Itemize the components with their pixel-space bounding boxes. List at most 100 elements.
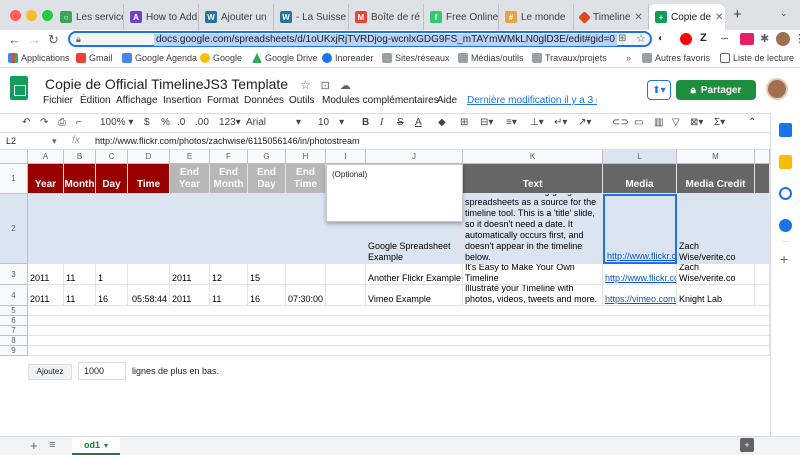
filter-views-icon[interactable]: ⊠▾	[690, 117, 703, 128]
sheet-tab-active[interactable]: od1 ▾	[72, 437, 120, 455]
menu-affichage[interactable]: Affichage	[116, 95, 158, 106]
cell-media[interactable]: http://www.flickr.com/	[603, 264, 677, 285]
tasks-icon[interactable]	[779, 187, 792, 200]
header-cell-text[interactable]: Text	[463, 164, 603, 194]
browser-tab[interactable]: W - La Suisse	[274, 4, 349, 30]
row-header[interactable]: 3	[0, 264, 28, 285]
header-cell-media-credit[interactable]: Media Credit	[677, 164, 755, 194]
insert-link-icon[interactable]: ⊂⊃	[612, 117, 629, 128]
column-header[interactable]: I	[326, 150, 366, 164]
column-header[interactable]: K	[463, 150, 603, 164]
row-header[interactable]: 7	[0, 326, 28, 336]
cell-end-month[interactable]: 11	[210, 285, 248, 306]
new-tab-icon[interactable]: +	[733, 6, 742, 23]
currency-format-button[interactable]: $	[144, 117, 150, 128]
extension-icon[interactable]: Z	[700, 32, 707, 44]
browser-tab[interactable]: M Boîte de ré	[349, 4, 424, 30]
fill-color-icon[interactable]: ◆	[438, 117, 446, 128]
empty-row[interactable]	[28, 316, 770, 326]
share-button[interactable]: 🔒︎ Partager	[676, 80, 756, 100]
browser-tab[interactable]: Timeline ✕	[574, 4, 649, 30]
extension-icon[interactable]: ◐	[658, 33, 664, 44]
text-rotation-icon[interactable]: ↗▾	[578, 117, 591, 128]
chevron-down-icon[interactable]: ▾	[104, 441, 108, 450]
extensions-puzzle-icon[interactable]: ✱	[760, 32, 769, 45]
cell-headline[interactable]: Another Flickr Example	[366, 264, 463, 285]
column-header[interactable]: B	[64, 150, 96, 164]
extension-icon[interactable]	[680, 33, 692, 45]
vertical-align-icon[interactable]: ⊥▾	[530, 117, 544, 128]
decrease-decimal-button[interactable]: .0	[177, 117, 185, 128]
functions-icon[interactable]: Σ▾	[714, 117, 725, 128]
cell-year[interactable]: 2011	[28, 285, 64, 306]
url-text[interactable]: docs.google.com/spreadsheets/d/1oUKxjRjT…	[154, 34, 617, 46]
close-tab-icon[interactable]: ✕	[715, 12, 723, 23]
close-tab-icon[interactable]: ✕	[634, 12, 642, 23]
row-header[interactable]: 2	[0, 194, 28, 264]
merge-cells-icon[interactable]: ⊟▾	[480, 117, 493, 128]
menu-aide[interactable]: Aide	[437, 95, 457, 106]
bookmark-reading-list[interactable]: Liste de lecture	[720, 53, 794, 63]
sheets-logo-icon[interactable]	[10, 76, 28, 100]
avatar[interactable]	[766, 78, 788, 100]
cell-text[interactable]: It's Easy to Make Your Own Timeline	[463, 264, 603, 285]
select-all-corner[interactable]	[0, 150, 28, 164]
bookmark-other[interactable]: Autres favoris	[642, 53, 710, 63]
maximize-window-icon[interactable]	[42, 10, 53, 21]
header-cell-end-year[interactable]: End Year	[170, 164, 210, 194]
column-header[interactable]: C	[96, 150, 128, 164]
print-icon[interactable]: ⎙	[58, 117, 66, 128]
keep-icon[interactable]	[779, 155, 792, 169]
cell-month[interactable]: 11	[64, 285, 96, 306]
cloud-status-icon[interactable]: ☁	[340, 80, 351, 92]
cell[interactable]	[755, 264, 770, 285]
text-wrap-icon[interactable]: ↵▾	[554, 117, 567, 128]
row-header[interactable]: 1	[0, 164, 28, 194]
insert-chart-icon[interactable]: ▥	[654, 117, 663, 128]
document-title[interactable]: Copie de Official TimelineJS3 Template ☆…	[45, 76, 351, 92]
cell-end-time[interactable]: 07:30:00	[286, 285, 326, 306]
header-cell-time[interactable]: Time	[128, 164, 170, 194]
empty-row[interactable]	[28, 336, 770, 346]
profile-avatar[interactable]	[776, 32, 790, 46]
bookmark-star-icon[interactable]: ☆	[636, 32, 646, 45]
cell-media-credit[interactable]: Zach Wise/verite.co	[677, 194, 755, 264]
column-header[interactable]: F	[210, 150, 248, 164]
cell-end-year[interactable]: 2011	[170, 285, 210, 306]
row-header[interactable]: 5	[0, 306, 28, 316]
horizontal-align-icon[interactable]: ≡▾	[506, 117, 517, 128]
undo-icon[interactable]: ↶	[22, 117, 30, 128]
header-cell-end-month[interactable]: End Month	[210, 164, 248, 194]
cell-media[interactable]: https://vimeo.com/1	[603, 285, 677, 306]
header-cell-day[interactable]: Day	[96, 164, 128, 194]
browser-tab[interactable]: W Ajouter un	[199, 4, 274, 30]
menu-insertion[interactable]: Insertion	[163, 95, 201, 106]
header-cell-media[interactable]: Media	[603, 164, 677, 194]
tab-search-icon[interactable]: ⌄	[780, 8, 788, 19]
empty-row[interactable]	[28, 306, 770, 316]
menu-edition[interactable]: Édition	[80, 95, 111, 106]
browser-tab-active[interactable]: + Copie de ✕	[649, 4, 725, 30]
lock-icon[interactable]: 🔒︎	[76, 34, 81, 45]
column-header[interactable]	[755, 150, 770, 164]
borders-icon[interactable]: ⊞	[460, 117, 468, 128]
zoom-select[interactable]: 100% ▾	[100, 117, 133, 128]
column-header[interactable]: D	[128, 150, 170, 164]
menu-format[interactable]: Format	[207, 95, 239, 106]
bookmark-folder[interactable]: Sites/réseaux	[382, 53, 450, 63]
add-on-plus-icon[interactable]: +	[780, 251, 788, 267]
menu-fichier[interactable]: Fichier	[43, 95, 73, 106]
percent-format-button[interactable]: %	[161, 117, 170, 128]
filter-icon[interactable]: ▽	[672, 117, 680, 128]
row-header[interactable]: 4	[0, 285, 28, 306]
bookmark-gmail[interactable]: Gmail	[76, 53, 113, 63]
bookmark-applications[interactable]: Applications	[8, 53, 70, 63]
present-button[interactable]: ⬆︎▾	[647, 80, 671, 100]
reload-icon[interactable]: ↻	[48, 33, 59, 47]
cell-end-day[interactable]: 16	[248, 285, 286, 306]
cell-note-popup[interactable]: (Optional)	[326, 164, 463, 222]
name-box-dropdown-icon[interactable]: ▾	[52, 136, 57, 147]
cell-media-selected[interactable]: http://www.flickr.com/	[603, 194, 677, 264]
add-sheet-icon[interactable]: +	[30, 438, 38, 453]
bookmark-google[interactable]: Google	[200, 53, 242, 63]
